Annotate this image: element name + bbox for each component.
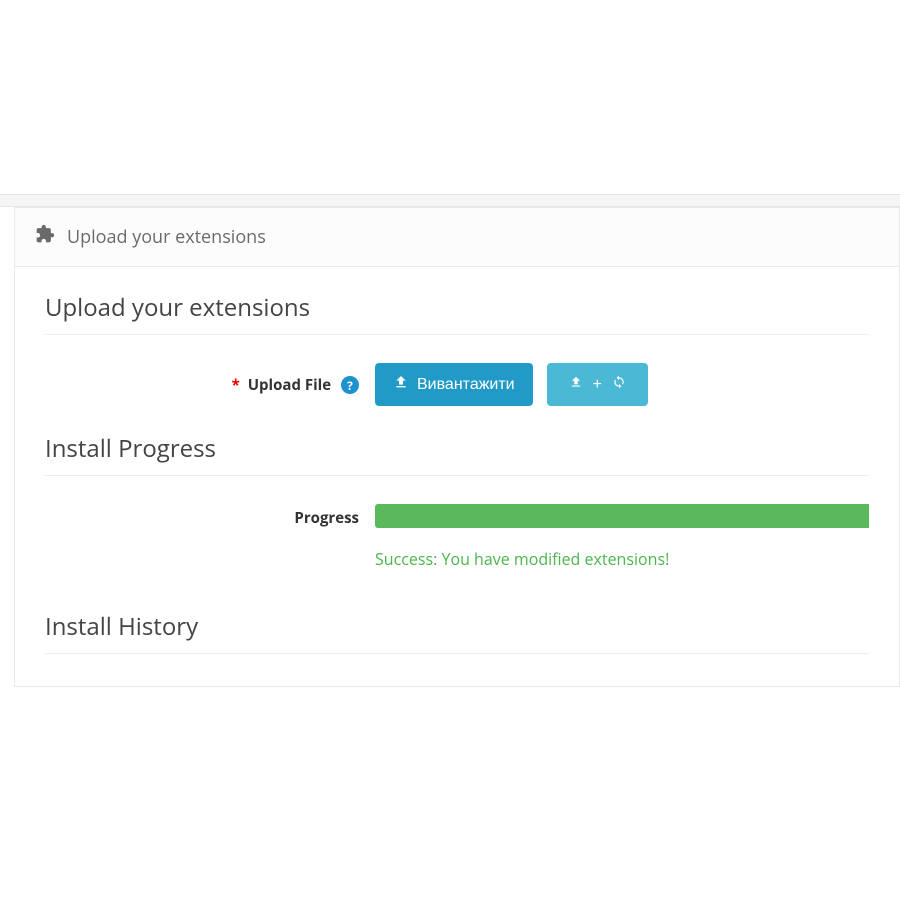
panel-body: Upload your extensions * Upload File ? В… (15, 267, 899, 686)
gray-separator (0, 194, 900, 207)
progress-bar-wrap: Success: You have modified extensions! (375, 504, 869, 570)
panel-header: Upload your extensions (15, 208, 899, 267)
plus-text: + (593, 376, 602, 394)
upload-button[interactable]: Вивантажити (375, 363, 533, 406)
upload-icon-small (569, 375, 583, 394)
upload-refresh-button[interactable]: + (547, 363, 648, 406)
history-section-title: Install History (45, 610, 869, 654)
progress-bar (375, 504, 869, 528)
progress-section-title: Install Progress (45, 432, 869, 476)
upload-row: * Upload File ? Вивантажити + (45, 363, 869, 406)
success-message: Success: You have modified extensions! (375, 548, 869, 570)
progress-row: Progress Success: You have modified exte… (45, 504, 869, 570)
upload-panel: Upload your extensions Upload your exten… (14, 207, 900, 687)
upload-icon (393, 374, 409, 395)
refresh-icon (612, 375, 626, 394)
panel-header-title: Upload your extensions (67, 225, 266, 249)
upload-buttons: Вивантажити + (375, 363, 648, 406)
help-icon[interactable]: ? (341, 376, 359, 394)
required-marker: * (232, 375, 240, 395)
top-whitespace (0, 0, 900, 194)
puzzle-icon (35, 224, 55, 250)
upload-file-label-wrap: * Upload File ? (45, 375, 375, 395)
upload-button-label: Вивантажити (417, 376, 515, 394)
upload-section-title: Upload your extensions (45, 291, 869, 335)
progress-label: Progress (45, 504, 375, 528)
upload-file-label: Upload File (248, 375, 331, 395)
